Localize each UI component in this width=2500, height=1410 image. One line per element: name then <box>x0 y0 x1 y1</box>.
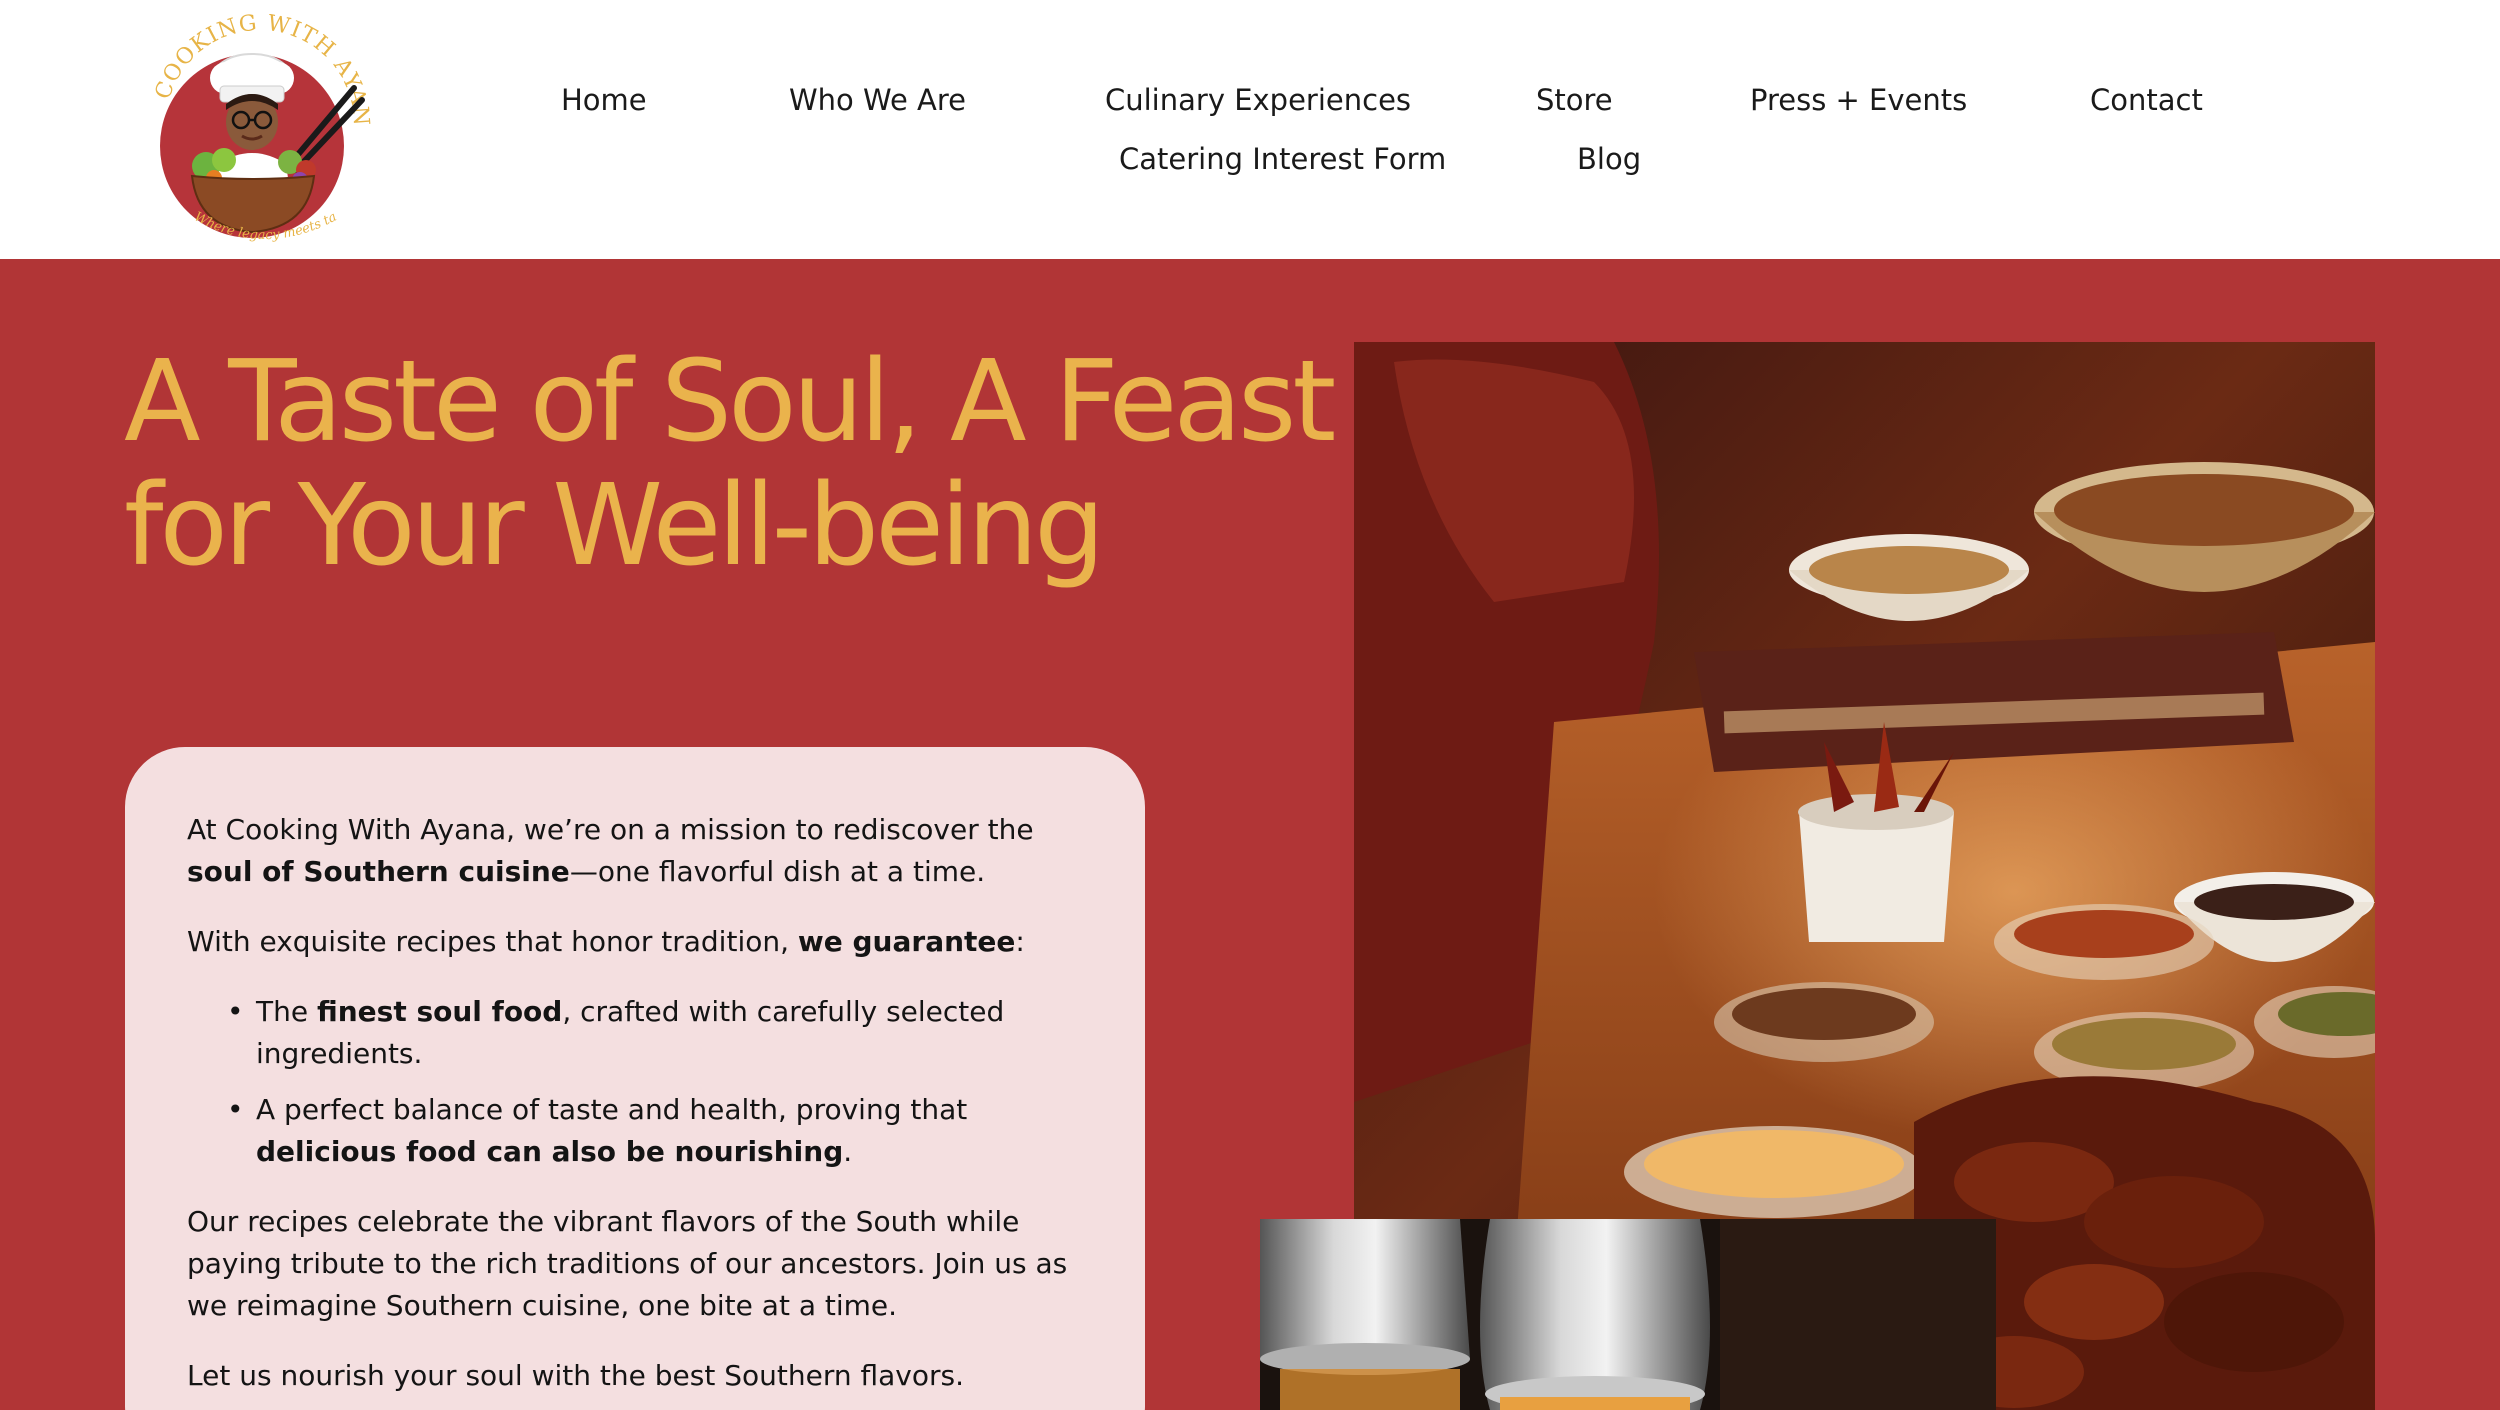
cooking-pots-photo <box>1260 1219 1996 1410</box>
logo-home-link[interactable]: COOKING WITH AYANA <box>131 0 380 254</box>
guarantee-list: • The finest soul food, crafted with car… <box>187 991 1085 1173</box>
list-bold-text: finest soul food <box>316 995 563 1028</box>
intro-bold-text: we guarantee <box>797 925 1016 958</box>
intro-card: At Cooking With Ayana, we’re on a missio… <box>125 747 1145 1410</box>
list-bold-text: delicious food can also be nourishing <box>256 1135 844 1168</box>
nav-blog[interactable]: Blog <box>1577 142 1641 176</box>
intro-text: At Cooking With Ayana, we’re on a missio… <box>187 813 1034 846</box>
intro-bold-text: soul of Southern cuisine <box>187 855 570 888</box>
list-text: The <box>256 995 317 1028</box>
list-text: A perfect balance of taste and health, p… <box>256 1093 968 1126</box>
nav-catering-interest-form[interactable]: Catering Interest Form <box>1119 142 1446 176</box>
hero-title-line2: for Your Well-being <box>124 461 1105 591</box>
site-header: COOKING WITH AYANA <box>0 0 2500 259</box>
list-item: • A perfect balance of taste and health,… <box>187 1089 1085 1173</box>
bullet-icon: • <box>227 1093 244 1126</box>
intro-paragraph-1: At Cooking With Ayana, we’re on a missio… <box>187 809 1085 893</box>
list-text: . <box>843 1135 853 1168</box>
nav-store[interactable]: Store <box>1536 83 1613 117</box>
cooking-pots-image <box>1260 1219 1996 1410</box>
list-item: • The finest soul food, crafted with car… <box>187 991 1085 1075</box>
hero-title: A Taste of Soul, A Feast for Your Well-b… <box>124 340 1344 588</box>
intro-text: : <box>1015 925 1025 958</box>
intro-text: With exquisite recipes that honor tradit… <box>187 925 798 958</box>
bullet-icon: • <box>227 995 244 1028</box>
hero-title-line1: A Taste of Soul, A Feast <box>124 337 1336 467</box>
nav-who-we-are[interactable]: Who We Are <box>789 83 966 117</box>
nav-contact[interactable]: Contact <box>2090 83 2203 117</box>
nav-culinary-experiences[interactable]: Culinary Experiences <box>1105 83 1411 117</box>
intro-text: —one flavorful dish at a time. <box>569 855 986 888</box>
chef-avatar-logo-icon: COOKING WITH AYANA <box>131 0 373 243</box>
nav-press-events[interactable]: Press + Events <box>1750 83 1967 117</box>
nav-home[interactable]: Home <box>561 83 647 117</box>
intro-paragraph-4: Let us nourish your soul with the best S… <box>187 1359 964 1392</box>
intro-paragraph-2: With exquisite recipes that honor tradit… <box>187 921 1085 963</box>
intro-paragraph-3: Our recipes celebrate the vibrant flavor… <box>187 1205 1068 1322</box>
